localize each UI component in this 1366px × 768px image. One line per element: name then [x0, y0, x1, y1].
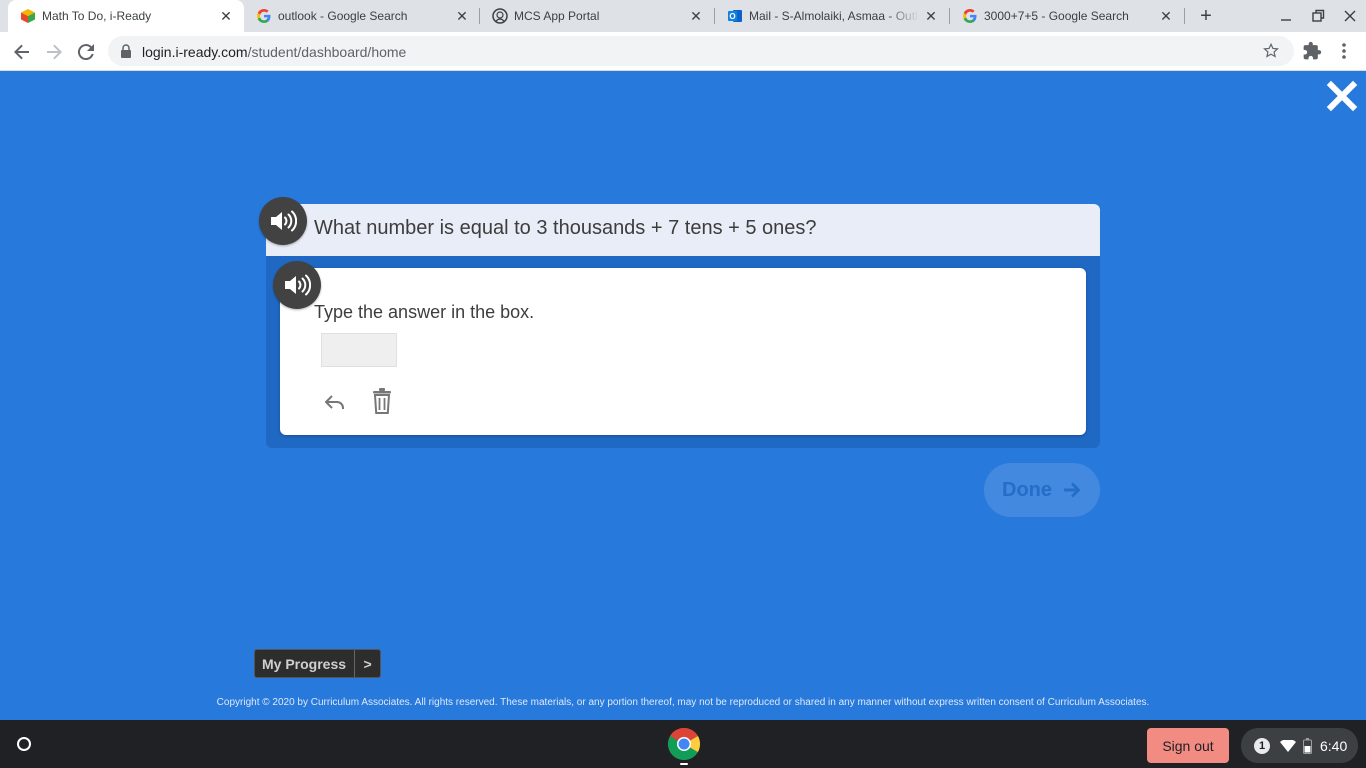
- tab-iready[interactable]: Math To Do, i-Ready ✕: [8, 0, 244, 32]
- tab-3000-search[interactable]: 3000+7+5 - Google Search ✕: [950, 0, 1184, 32]
- answer-card: [280, 268, 1086, 435]
- launcher-button[interactable]: [8, 728, 40, 760]
- tab-outlook-mail[interactable]: O Mail - S-Almolaiki, Asmaa - Outlo ✕: [715, 0, 949, 32]
- tab-title: outlook - Google Search: [278, 9, 408, 23]
- clock-time: 6:40: [1320, 738, 1348, 754]
- done-button[interactable]: Done: [984, 463, 1100, 517]
- tab-outlook-search[interactable]: outlook - Google Search ✕: [244, 0, 480, 32]
- tab-strip: Math To Do, i-Ready ✕ outlook - Google S…: [0, 0, 1366, 32]
- tab-title: Math To Do, i-Ready: [42, 9, 152, 23]
- instruction-text: Type the answer in the box.: [314, 302, 535, 322]
- tab-close-icon[interactable]: ✕: [923, 8, 939, 24]
- tab-close-icon[interactable]: ✕: [688, 8, 704, 24]
- answer-input[interactable]: [321, 333, 397, 367]
- svg-text:O: O: [729, 12, 735, 21]
- speaker-icon: [271, 210, 297, 232]
- tab-close-icon[interactable]: ✕: [218, 8, 234, 24]
- sign-out-button[interactable]: Sign out: [1147, 728, 1229, 763]
- tab-mcs-portal[interactable]: MCS App Portal ✕: [480, 0, 714, 32]
- notification-badge: 1: [1254, 738, 1270, 754]
- puzzle-icon[interactable]: [1302, 41, 1322, 61]
- launcher-circle-icon: [17, 737, 31, 751]
- chrome-icon[interactable]: [667, 727, 701, 761]
- google-g-icon: [257, 9, 271, 23]
- tab-close-icon[interactable]: ✕: [454, 8, 470, 24]
- reload-icon[interactable]: [74, 40, 98, 64]
- trash-icon[interactable]: [370, 387, 394, 415]
- question-audio-button[interactable]: [259, 197, 307, 245]
- wifi-icon: [1280, 740, 1296, 752]
- my-progress-label: My Progress: [262, 655, 347, 672]
- tab-close-icon[interactable]: ✕: [1158, 8, 1174, 24]
- url-path: /student/dashboard/home: [247, 44, 407, 60]
- minimize-icon[interactable]: [1276, 6, 1296, 26]
- battery-icon: [1303, 738, 1312, 754]
- lock-icon: [121, 44, 131, 58]
- speaker-icon: [285, 274, 311, 296]
- url-host: login.i-ready.com: [142, 44, 248, 60]
- window-close-icon[interactable]: [1340, 6, 1360, 26]
- lesson-close-icon[interactable]: [1326, 80, 1358, 112]
- undo-icon[interactable]: [323, 390, 347, 414]
- outlook-icon: O: [728, 10, 742, 22]
- tab-title: 3000+7+5 - Google Search: [984, 9, 1129, 23]
- tab-separator: [1184, 8, 1185, 24]
- portal-seal-icon: [492, 8, 508, 24]
- iready-cube-icon: [21, 9, 35, 23]
- address-bar[interactable]: login.i-ready.com/student/dashboard/home: [108, 36, 1294, 66]
- arrow-right-icon: [1064, 482, 1081, 498]
- my-progress-button[interactable]: My Progress >: [254, 649, 381, 678]
- three-dots-icon[interactable]: [1336, 41, 1352, 61]
- restore-icon[interactable]: [1308, 6, 1328, 26]
- url-text: login.i-ready.com/student/dashboard/home: [142, 44, 406, 60]
- tab-title: Mail - S-Almolaiki, Asmaa - Outlo: [749, 9, 919, 23]
- browser-toolbar: login.i-ready.com/student/dashboard/home: [0, 32, 1366, 71]
- app-running-indicator: [680, 763, 688, 765]
- star-icon[interactable]: [1262, 42, 1280, 60]
- my-progress-arrow: >: [354, 650, 380, 677]
- forward-arrow-icon[interactable]: [42, 40, 66, 64]
- copyright-text: Copyright © 2020 by Curriculum Associate…: [216, 697, 1150, 708]
- tab-title: MCS App Portal: [514, 9, 600, 23]
- back-arrow-icon[interactable]: [10, 40, 34, 64]
- new-tab-plus-icon[interactable]: +: [1196, 6, 1216, 26]
- done-label: Done: [1002, 478, 1052, 501]
- question-text: What number is equal to 3 thousands + 7 …: [314, 217, 817, 239]
- google-g-icon: [963, 9, 977, 23]
